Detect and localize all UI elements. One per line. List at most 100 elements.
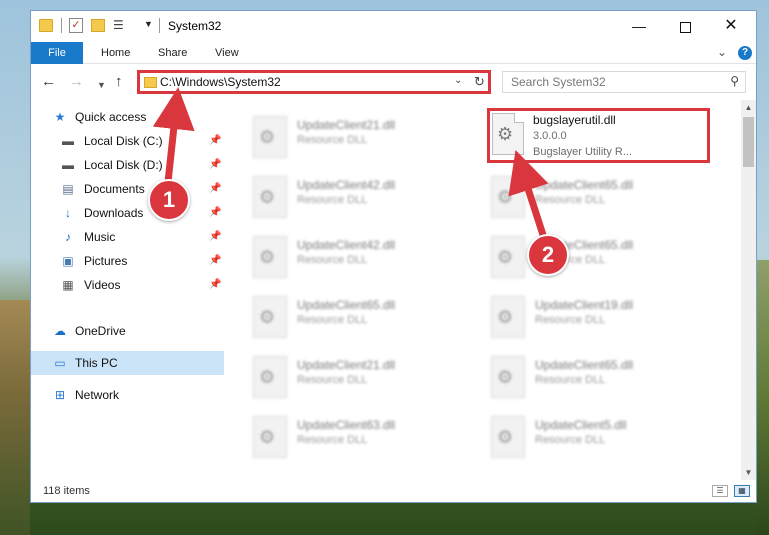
star-icon: ★ [54,110,66,124]
documents-icon: ▤ [62,182,74,196]
scroll-up-arrow-icon[interactable]: ▲ [741,100,756,115]
file-type: Resource DLL [297,254,368,266]
list-item[interactable]: ⚙ UpdateClient42.dll Resource DLL [247,170,477,226]
gear-icon: ⚙ [259,187,276,207]
sidebar-item-label: Network [75,388,120,402]
list-item[interactable]: ⚙ UpdateClient42.dll Resource DLL [247,230,477,286]
vertical-scrollbar[interactable]: ▲ ▼ [741,100,756,480]
gear-icon: ⚙ [259,127,276,147]
sidebar-item-label: Pictures [84,254,128,268]
expand-ribbon-icon[interactable]: ⌄ [717,45,727,59]
scroll-down-arrow-icon[interactable]: ▼ [741,465,756,480]
gear-icon: ⚙ [259,427,276,447]
file-name: UpdateClient21.dll [297,358,396,372]
list-item[interactable]: ⚙ UpdateClient65.dll Resource DLL [247,290,477,346]
list-item[interactable]: ⚙ UpdateClient19.dll Resource DLL [485,290,715,346]
sidebar-item-label: Quick access [75,110,147,124]
tab-home[interactable]: Home [89,42,142,64]
file-type: Resource DLL [297,434,368,446]
sidebar-item-label: Local Disk (C:) [84,134,163,148]
file-name: UpdateClient65.dll [297,298,396,312]
file-type: Resource DLL [297,314,368,326]
search-input[interactable]: Search System32 ⚲ [502,71,746,93]
file-name: UpdateClient65.dll [535,358,634,372]
tab-share[interactable]: Share [146,42,199,64]
gear-icon: ⚙ [497,367,514,387]
pin-icon[interactable]: 📌 [209,225,221,249]
quick-access-divider [61,18,62,33]
tiles-view-icon[interactable]: ▦ [734,485,750,497]
sidebar-item-music[interactable]: ♪ Music 📌 [31,225,224,249]
title-bar: ✓ ☰ ▼ System32 — ✕ [31,11,756,42]
details-view-icon[interactable]: ☰ [712,485,728,497]
maximize-icon [679,21,691,33]
list-item[interactable]: ⚙ UpdateClient65.dll Resource DLL [485,170,715,226]
tab-file[interactable]: File [31,42,83,64]
customize-toolbar-chevron-icon[interactable]: ▼ [144,19,153,37]
pin-icon[interactable]: 📌 [209,129,221,153]
recent-locations-chevron-icon[interactable]: ▼ [97,76,106,94]
list-item[interactable]: ⚙ UpdateClient65.dll Resource DLL [485,230,715,286]
desktop-background [0,300,30,535]
file-name: UpdateClient63.dll [297,418,396,432]
gear-icon: ⚙ [497,124,514,144]
search-icon[interactable]: ⚲ [730,74,739,88]
help-icon[interactable]: ? [738,46,752,60]
file-name: UpdateClient42.dll [297,178,396,192]
ribbon-tabs: File Home Share View ⌄ ? [31,42,756,64]
file-type: Resource DLL [535,194,606,206]
sidebar-item-downloads[interactable]: ↓ Downloads 📌 [31,201,224,225]
list-item[interactable]: ⚙ UpdateClient21.dll Resource DLL [247,110,477,166]
pin-icon[interactable]: 📌 [209,177,221,201]
sidebar-item-onedrive[interactable]: ☁ OneDrive [31,319,224,343]
pin-icon[interactable]: 📌 [209,273,221,297]
sidebar-item-quick-access[interactable]: ★ Quick access [31,105,224,129]
sidebar-item-label: Documents [84,182,145,196]
address-bar[interactable]: C:\Windows\System32 ⌄ [137,70,491,94]
up-button[interactable]: ↑ [115,73,123,91]
folder-icon [144,77,157,88]
tab-view[interactable]: View [203,42,251,64]
scrollbar-thumb[interactable] [743,117,754,167]
file-name: UpdateClient21.dll [297,118,396,132]
window-title: System32 [168,19,222,33]
pin-icon[interactable]: 📌 [209,249,221,273]
sidebar-item-pictures[interactable]: ▣ Pictures 📌 [31,249,224,273]
view-options-icon[interactable]: ☰ [113,19,129,32]
drive-icon: ▬ [62,158,74,172]
pin-icon[interactable]: 📌 [209,201,221,225]
sidebar-item-local-disk-d[interactable]: ▬ Local Disk (D:) 📌 [31,153,224,177]
address-path[interactable]: C:\Windows\System32 [160,75,281,89]
new-folder-icon[interactable] [91,19,105,32]
sidebar-item-label: Music [84,230,116,244]
address-dropdown-chevron-icon[interactable]: ⌄ [454,75,462,86]
maximize-button[interactable] [662,11,708,41]
sidebar-item-label: OneDrive [75,324,126,338]
file-name: bugslayerutil.dll [533,113,616,127]
refresh-button[interactable]: ↻ [469,72,490,92]
forward-button[interactable]: → [69,73,84,91]
gear-icon: ⚙ [497,427,514,447]
cloud-icon: ☁ [54,324,66,338]
properties-icon[interactable]: ✓ [69,18,83,33]
status-bar: 118 items ☰ ▦ [31,480,756,502]
videos-icon: ▦ [62,278,74,292]
back-button[interactable]: ← [41,73,56,91]
sidebar-item-network[interactable]: ⊞ Network [31,383,224,407]
close-button[interactable]: ✕ [708,11,754,41]
list-item[interactable]: ⚙ UpdateClient5.dll Resource DLL [485,410,715,466]
highlighted-file-bugslayerutil[interactable]: ⚙ bugslayerutil.dll 3.0.0.0 Bugslayer Ut… [487,108,710,163]
list-item[interactable]: ⚙ UpdateClient65.dll Resource DLL [485,350,715,406]
sidebar-item-local-disk-c[interactable]: ▬ Local Disk (C:) 📌 [31,129,224,153]
sidebar-item-documents[interactable]: ▤ Documents 📌 [31,177,224,201]
list-item[interactable]: ⚙ UpdateClient63.dll Resource DLL [247,410,477,466]
sidebar-item-videos[interactable]: ▦ Videos 📌 [31,273,224,297]
file-list: ⚙ UpdateClient21.dll Resource DLL ⚙ Upda… [224,100,741,480]
list-item[interactable]: ⚙ UpdateClient21.dll Resource DLL [247,350,477,406]
sidebar-item-this-pc[interactable]: ▭ This PC [31,351,224,375]
sidebar-item-label: This PC [75,356,118,370]
pin-icon[interactable]: 📌 [209,153,221,177]
music-icon: ♪ [65,230,71,244]
sidebar-item-label: Local Disk (D:) [84,158,163,172]
minimize-button[interactable]: — [616,11,662,41]
